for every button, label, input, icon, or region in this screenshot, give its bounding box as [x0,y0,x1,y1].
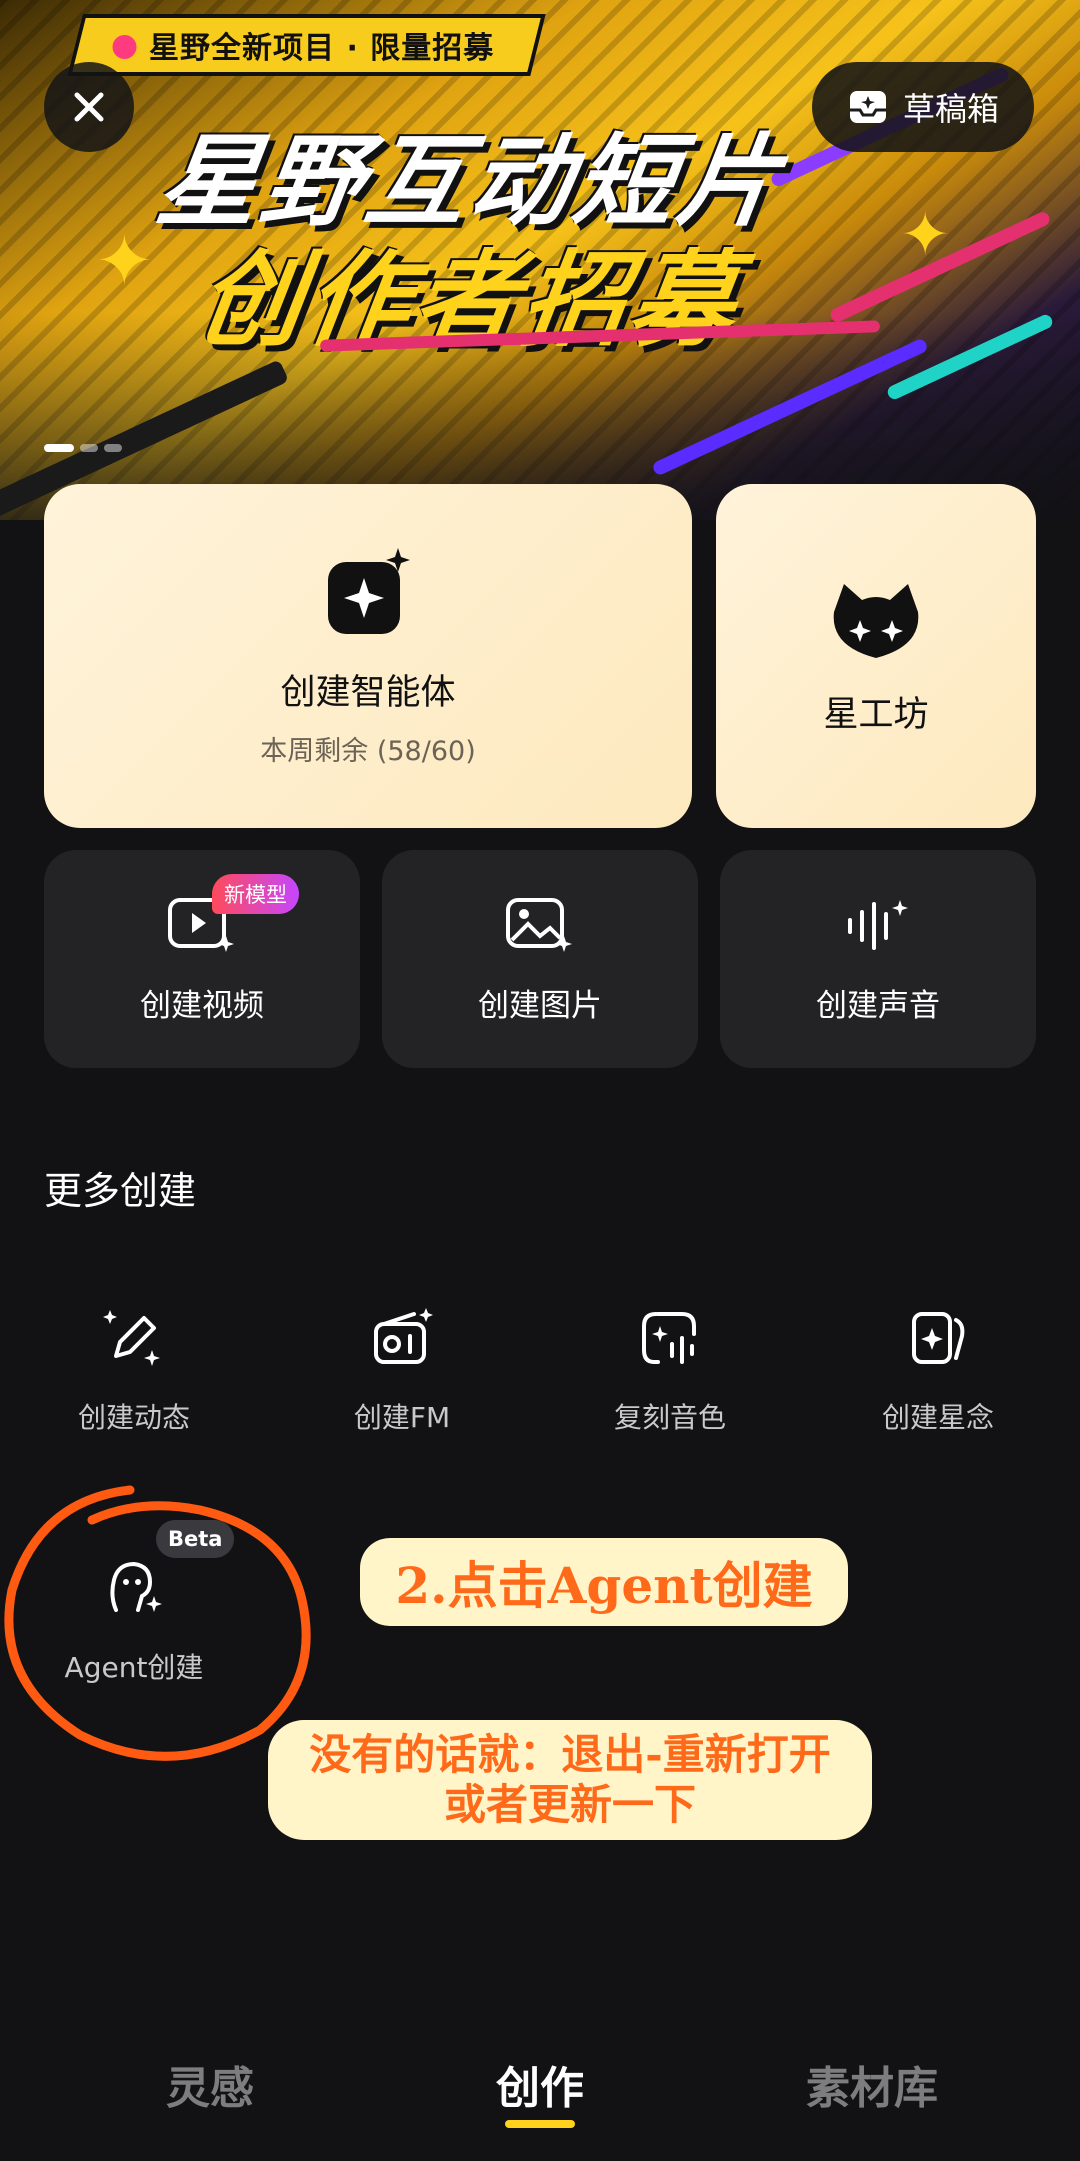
create-fm-label: 创建FM [353,1401,451,1434]
create-post-button[interactable]: 创建动态 [24,1298,244,1436]
step-annotation: 2.点击Agent创建 [360,1538,848,1626]
banner-tagline: 星野全新项目 · 限量招募 [67,14,547,76]
pagination-dot [80,444,98,452]
drafts-label: 草稿箱 [902,90,999,128]
pagination-dot [104,444,122,452]
tab-inspiration[interactable]: 灵感 [110,2052,310,2116]
drafts-button[interactable]: 草稿箱 [812,62,1034,152]
create-sound-title: 创建声音 [816,987,940,1024]
active-tab-indicator [505,2120,575,2128]
note-annotation: 没有的话就：退出-重新打开 或者更新一下 [268,1720,872,1840]
sparkle-icon: ✦ [900,200,951,270]
create-image-title: 创建图片 [478,987,602,1024]
voice-clone-icon [630,1298,710,1378]
create-agent-title: 创建智能体 [280,673,456,713]
sparkle-icon: ✦ [95,220,154,302]
clone-voice-label: 复刻音色 [613,1401,726,1434]
star-workshop-title: 星工坊 [823,694,929,735]
create-image-card[interactable]: 创建图片 [382,850,698,1068]
soundwave-icon [848,899,908,950]
create-star-memory-label: 创建星念 [881,1401,994,1434]
inbox-icon [849,91,886,123]
clone-voice-button[interactable]: 复刻音色 [560,1298,780,1436]
bottom-tab-bar: 灵感 创作 素材库 [0,2030,1080,2161]
image-icon [506,897,572,952]
tab-library[interactable]: 素材库 [772,2052,972,2116]
create-agent-quota: 本周剩余 (58/60) [260,736,476,767]
cat-mascot-icon [833,583,919,658]
radio-icon [362,1298,442,1378]
create-agent-card[interactable]: 创建智能体 本周剩余 (58/60) [44,484,692,828]
banner-pagination [44,444,122,452]
close-icon [74,92,104,122]
create-post-label: 创建动态 [77,1401,190,1434]
tab-create[interactable]: 创作 [440,2052,640,2116]
pencil-sparkle-icon [94,1298,174,1378]
create-sound-card[interactable]: 创建声音 [720,850,1036,1068]
pagination-dot-active [44,444,74,452]
sparkle-square-icon [328,548,410,634]
note-line2: 或者更新一下 [443,1780,696,1829]
tagline-dot [112,35,137,59]
note-line1: 没有的话就：退出-重新打开 [309,1729,831,1779]
more-create-heading: 更多创建 [44,1169,197,1213]
create-fm-button[interactable]: 创建FM [292,1298,512,1436]
create-video-title: 创建视频 [140,987,264,1024]
create-star-memory-button[interactable]: 创建星念 [828,1298,1048,1436]
create-video-card[interactable]: 创建视频 新模型 [44,850,360,1068]
star-workshop-card[interactable]: 星工坊 [716,484,1036,828]
cards-icon [898,1298,978,1378]
new-model-badge: 新模型 [212,874,299,914]
close-button[interactable] [44,62,134,152]
